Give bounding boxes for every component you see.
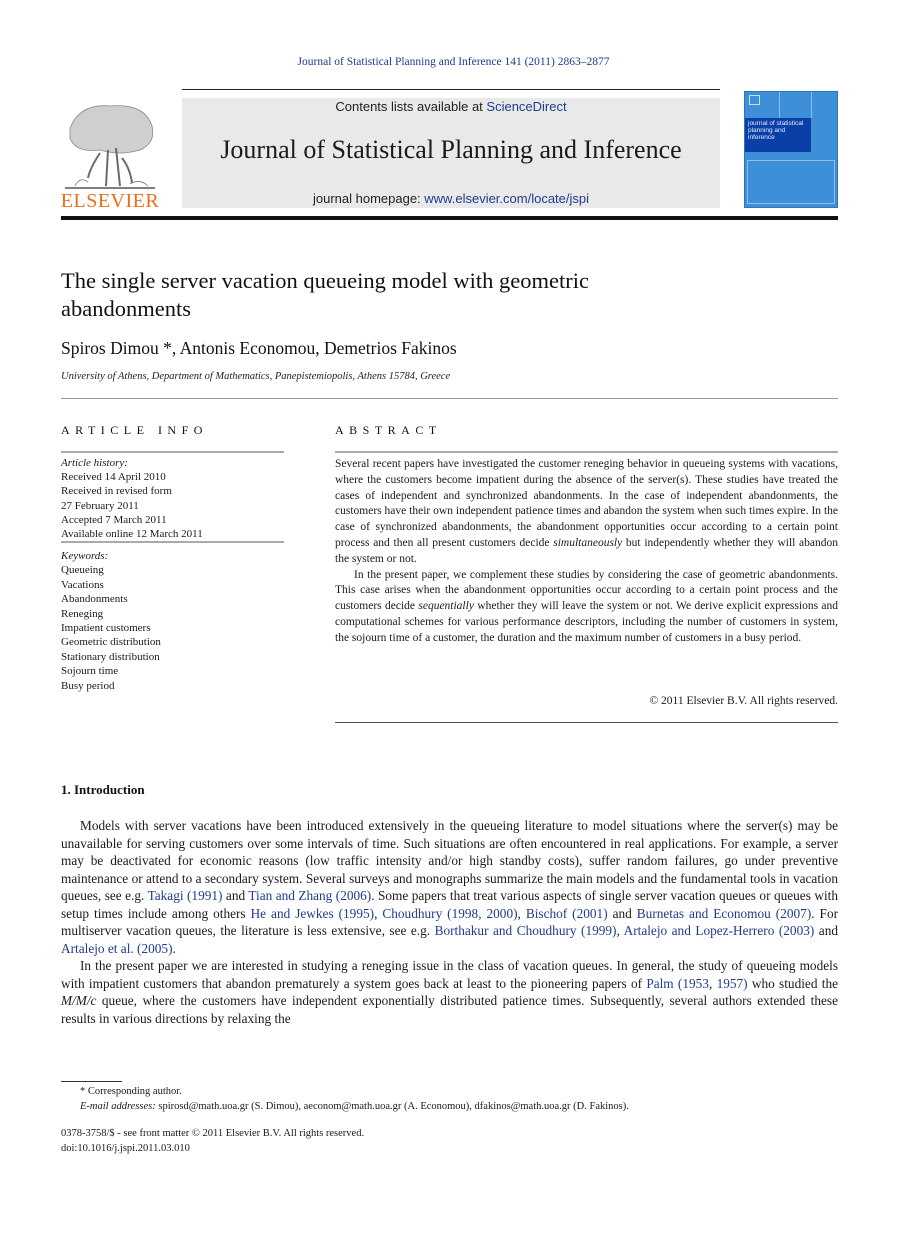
- text-run: and: [607, 905, 637, 921]
- citation-link[interactable]: 1957): [717, 976, 748, 991]
- citation-link[interactable]: Bischof (2001): [526, 906, 608, 921]
- email-label: E-mail addresses:: [80, 1101, 156, 1112]
- text-run: and: [814, 923, 838, 938]
- citation-link[interactable]: Choudhury (1998, 2000): [382, 906, 517, 921]
- article-history: Article history: Received 14 April 2010 …: [61, 456, 286, 541]
- history-item: Available online 12 March 2011: [61, 528, 203, 541]
- article-title: The single server vacation queueing mode…: [61, 268, 589, 321]
- journal-homepage-link[interactable]: www.elsevier.com/locate/jspi: [424, 191, 589, 206]
- keyword-item: Vacations: [61, 578, 104, 591]
- introduction-paragraph: Models with server vacations have been i…: [61, 817, 838, 957]
- cover-title: journal of statistical planning and infe…: [748, 120, 804, 141]
- contents-prefix: Contents lists available at: [335, 99, 487, 114]
- history-item: Received in revised form: [61, 485, 172, 498]
- text-run: ,: [616, 923, 624, 938]
- sciencedirect-link[interactable]: ScienceDirect: [486, 99, 566, 114]
- masthead-bottom-rule: [61, 216, 838, 220]
- corresponding-author-note: * Corresponding author.: [80, 1086, 182, 1097]
- text-run: and: [222, 888, 249, 903]
- abstract-heading: ABSTRACT: [335, 423, 442, 437]
- citation-link[interactable]: Burnetas and Economou (2007): [637, 906, 811, 921]
- cover-logo-icon: [749, 95, 760, 105]
- article-history-label: Article history:: [61, 457, 128, 469]
- text-run: .: [172, 940, 176, 956]
- journal-citation-link[interactable]: Journal of Statistical Planning and Infe…: [0, 56, 907, 68]
- abstract-body: Several recent papers have investigated …: [335, 457, 838, 647]
- citation-link[interactable]: Artalejo and Lopez-Herrero (2003): [624, 923, 815, 938]
- keyword-item: Geometric distribution: [61, 636, 161, 649]
- journal-title: Journal of Statistical Planning and Infe…: [220, 135, 682, 164]
- citation-link[interactable]: He and Jewkes (1995): [251, 906, 374, 921]
- journal-cover-thumbnail[interactable]: journal of statistical planning and infe…: [744, 91, 838, 208]
- article-info-heading: ARTICLE INFO: [61, 423, 208, 437]
- keyword-item: Impatient customers: [61, 622, 151, 635]
- email-addresses: E-mail addresses: spirosd@math.uoa.gr (S…: [61, 1099, 838, 1114]
- citation-link[interactable]: Takagi (1991): [148, 888, 223, 903]
- section-heading-introduction: 1. Introduction: [61, 782, 145, 797]
- footnote-rule: [61, 1081, 122, 1082]
- doi-link[interactable]: doi:10.1016/j.jspi.2011.03.010: [61, 1141, 364, 1156]
- citation-link[interactable]: Tian and Zhang (2006): [248, 888, 371, 903]
- contents-availability-line: Contents lists available at ScienceDirec…: [182, 99, 720, 114]
- elsevier-wordmark: ELSEVIER: [60, 190, 160, 212]
- history-item: 27 February 2011: [61, 499, 139, 512]
- masthead-top-rule: [182, 89, 720, 90]
- citation-link[interactable]: Borthakur and Choudhury (1999): [435, 923, 617, 938]
- introduction-body: Models with server vacations have been i…: [61, 817, 838, 1027]
- citation-link[interactable]: Artalejo et al. (2005): [61, 941, 173, 956]
- history-item: Received 14 April 2010: [61, 471, 166, 484]
- abstract-copyright: © 2011 Elsevier B.V. All rights reserved…: [649, 695, 838, 707]
- keyword-item: Queueing: [61, 564, 104, 577]
- issn-line: 0378-3758/$ - see front matter © 2011 El…: [61, 1128, 365, 1139]
- keyword-item: Sojourn time: [61, 665, 119, 678]
- homepage-prefix: journal homepage:: [312, 191, 425, 206]
- citation-link[interactable]: Palm (1953: [646, 976, 709, 991]
- text-run: ,: [517, 905, 526, 921]
- author-affiliation: University of Athens, Department of Math…: [61, 371, 451, 382]
- history-item: Accepted 7 March 2011: [61, 513, 167, 526]
- divider: [61, 398, 838, 399]
- keyword-item: Busy period: [61, 679, 115, 692]
- keywords-label: Keywords:: [61, 550, 109, 562]
- divider: [335, 722, 838, 723]
- text-run: queue, where the customers have independ…: [61, 993, 838, 1026]
- issn-doi-block: 0378-3758/$ - see front matter © 2011 El…: [61, 1126, 364, 1156]
- keyword-item: Abandonments: [61, 593, 128, 606]
- divider: [335, 451, 838, 453]
- introduction-paragraph: In the present paper we are interested i…: [61, 957, 838, 1027]
- keyword-item: Stationary distribution: [61, 650, 160, 663]
- math-notation: M/M/c: [61, 993, 97, 1008]
- cover-title-band: journal of statistical planning and infe…: [745, 118, 811, 152]
- footnotes: * Corresponding author. E-mail addresses…: [61, 1084, 838, 1114]
- journal-homepage-line: journal homepage: www.elsevier.com/locat…: [182, 191, 720, 206]
- author-list: Spiros Dimou *, Antonis Economou, Demetr…: [61, 338, 457, 358]
- divider: [61, 541, 284, 543]
- text-run: who studied the: [747, 975, 838, 991]
- keyword-item: Reneging: [61, 607, 104, 620]
- divider: [61, 451, 284, 453]
- text-run: ,: [708, 975, 717, 991]
- email-list: spirosd@math.uoa.gr (S. Dimou), aeconom@…: [155, 1101, 629, 1112]
- keywords-list: Keywords: Queueing Vacations Abandonment…: [61, 549, 286, 693]
- abstract-paragraph: Several recent papers have investigated …: [335, 458, 839, 565]
- abstract-paragraph: In the present paper, we complement thes…: [335, 568, 838, 644]
